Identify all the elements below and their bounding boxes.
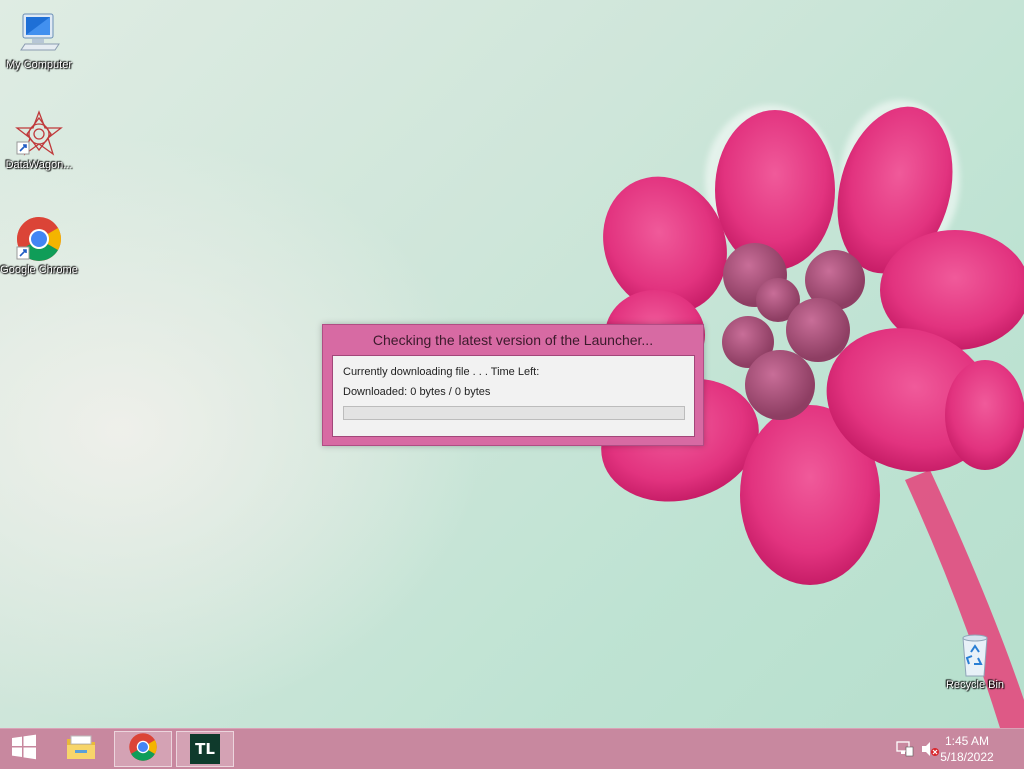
clock-date[interactable]: 5/18/2022 (932, 750, 1002, 764)
network-icon[interactable] (896, 741, 914, 757)
start-button[interactable] (0, 731, 48, 767)
clock-time[interactable]: 1:45 AM (932, 734, 1002, 748)
datawagon-icon (15, 110, 63, 158)
windows-start-icon (10, 733, 38, 765)
chrome-icon (15, 215, 63, 263)
tl-launcher-icon: TL (190, 734, 220, 764)
desktop-icon-google-chrome[interactable]: Google Chrome (0, 215, 78, 278)
computer-icon (15, 10, 63, 58)
desktop: My Computer DataWagon... Google Chrome R… (0, 0, 1024, 728)
taskbar-file-explorer[interactable] (52, 731, 110, 767)
download-status-text: Currently downloading file . . . Time Le… (343, 366, 540, 378)
file-explorer-icon (65, 733, 97, 765)
launcher-update-dialog: Checking the latest version of the Launc… (322, 324, 704, 446)
desktop-icon-label: Google Chrome (0, 264, 78, 276)
desktop-icon-datawagon[interactable]: DataWagon... (0, 110, 78, 173)
recycle-bin-icon (951, 630, 999, 678)
chrome-icon (128, 732, 158, 766)
dialog-title: Checking the latest version of the Launc… (372, 332, 654, 348)
taskbar-chrome[interactable] (114, 731, 172, 767)
download-progress-bar (343, 406, 685, 420)
desktop-icon-label: Recycle Bin (945, 679, 1005, 691)
taskbar-tl-launcher[interactable]: TL (176, 731, 234, 767)
taskbar: TL 1:45 AM 5/18/2022 (0, 728, 1024, 769)
desktop-icon-label: DataWagon... (5, 159, 73, 171)
desktop-icon-my-computer[interactable]: My Computer (0, 10, 78, 73)
desktop-icon-recycle-bin[interactable]: Recycle Bin (936, 630, 1014, 693)
downloaded-bytes-text: Downloaded: 0 bytes / 0 bytes (343, 386, 491, 398)
dialog-body: Currently downloading file . . . Time Le… (332, 355, 695, 437)
desktop-icon-label: My Computer (5, 59, 73, 71)
